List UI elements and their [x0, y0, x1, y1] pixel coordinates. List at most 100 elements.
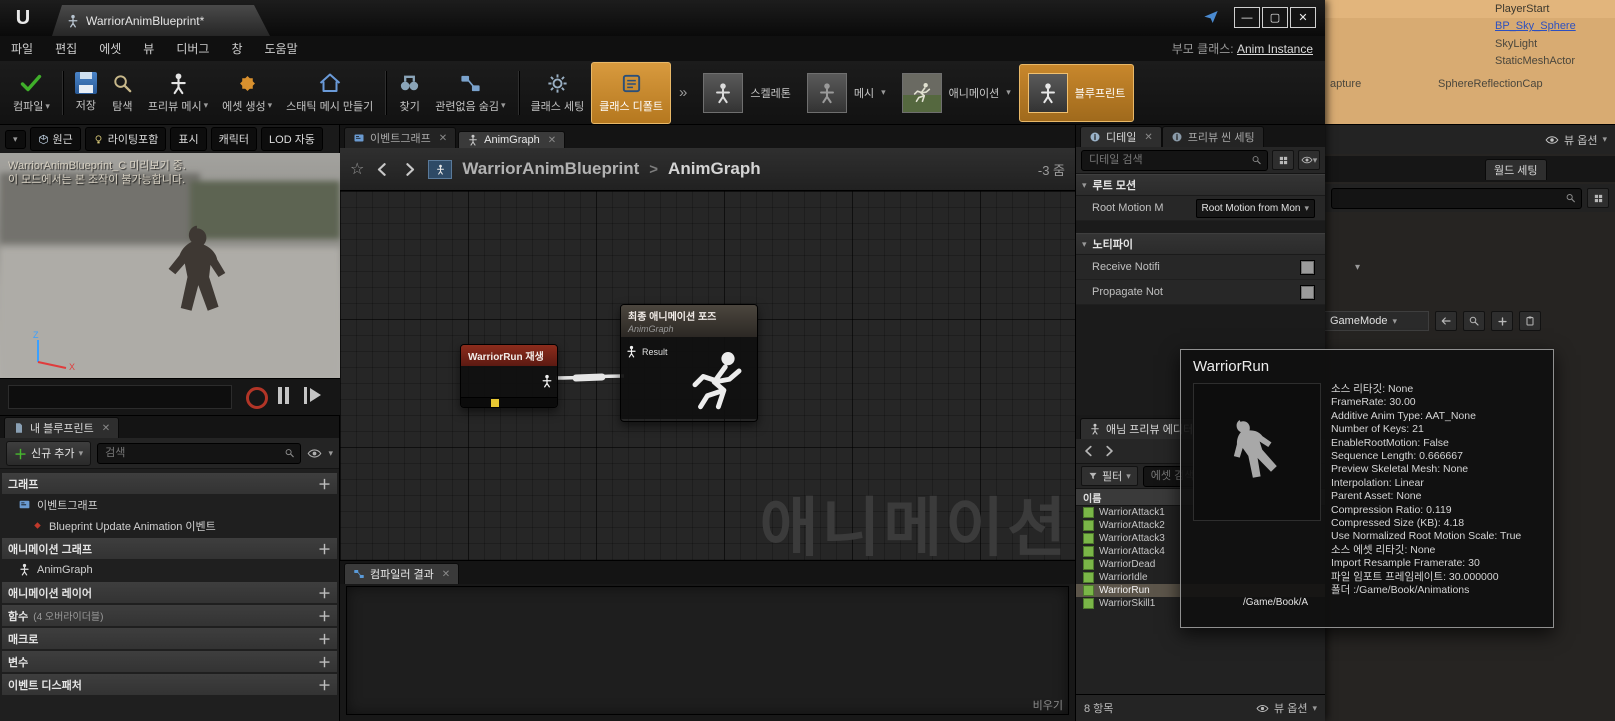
outliner-row-fragment[interactable]: apture	[1330, 78, 1361, 90]
item-animgraph[interactable]: AnimGraph	[0, 559, 339, 580]
close-icon[interactable]: ✕	[1144, 132, 1152, 143]
close-icon[interactable]: ✕	[548, 135, 556, 146]
blueprint-mode-button[interactable]: 블루프린트	[1018, 63, 1135, 122]
back-arrow-icon[interactable]	[1082, 444, 1096, 458]
animgraph-canvas[interactable]: WarriorRun 재생 최종 애니메이션 포즈 AnimGraph Resu…	[340, 191, 1075, 561]
skeleton-mode-button[interactable]: 스켈레톤	[695, 65, 798, 121]
class-defaults-button[interactable]: 클래스 디폴트	[591, 61, 671, 124]
blueprint-search-input[interactable]	[103, 446, 285, 460]
section-macros[interactable]: 매크로 ＋	[2, 628, 337, 649]
item-event-graph[interactable]: 이벤트그래프	[0, 494, 339, 515]
close-icon[interactable]: ✕	[102, 423, 110, 434]
eye-icon[interactable]	[307, 446, 322, 461]
details-search-input[interactable]	[1087, 153, 1252, 167]
feedback-plane-icon[interactable]	[1203, 9, 1219, 25]
section-variables[interactable]: 변수 ＋	[2, 651, 337, 672]
add-dispatcher-button[interactable]: ＋	[318, 675, 331, 694]
tab-animgraph[interactable]: AnimGraph ✕	[458, 131, 566, 148]
tab-preview-scene-settings[interactable]: 프리뷰 씬 세팅	[1161, 126, 1264, 147]
maximize-button[interactable]: ▢	[1262, 7, 1288, 28]
use-selected-button[interactable]	[1435, 311, 1457, 331]
paste-button[interactable]	[1519, 311, 1541, 331]
propagate-notify-checkbox[interactable]	[1300, 284, 1315, 300]
favorite-star-icon[interactable]: ☆	[350, 159, 364, 179]
step-forward-button[interactable]	[304, 387, 324, 405]
clear-log-button[interactable]: 비우기	[1033, 697, 1063, 713]
preview-mesh-button[interactable]: 프리뷰 메시 ▾	[141, 63, 215, 123]
node-play-warriorrun[interactable]: WarriorRun 재생	[460, 344, 558, 408]
section-collapse-arrow[interactable]: ▾	[1355, 262, 1360, 273]
outliner-row[interactable]: StaticMeshActor	[1325, 53, 1615, 71]
grid-view-button[interactable]	[1587, 188, 1609, 208]
node-final-animation-pose[interactable]: 최종 애니메이션 포즈 AnimGraph Result	[620, 304, 758, 422]
breadcrumb-root[interactable]: WarriorAnimBlueprint	[462, 159, 639, 179]
character-button[interactable]: 캐릭터	[210, 127, 258, 151]
menu-asset[interactable]: 에셋	[88, 40, 132, 57]
receive-notify-checkbox[interactable]	[1300, 259, 1315, 275]
class-settings-button[interactable]: 클래스 세팅	[524, 63, 592, 123]
menu-edit[interactable]: 편집	[44, 40, 88, 57]
add-macro-button[interactable]: ＋	[318, 629, 331, 648]
compiler-log[interactable]	[346, 586, 1069, 715]
anim-view-options[interactable]: 뷰 옵션 ▾	[1256, 700, 1317, 716]
menu-debug[interactable]: 디버그	[165, 40, 220, 57]
minimize-button[interactable]: —	[1234, 7, 1260, 28]
details-search[interactable]	[1081, 149, 1268, 171]
outliner-row[interactable]: BP_Sky_Sphere	[1325, 18, 1615, 36]
section-functions[interactable]: 함수 (4 오버라이더블) ＋	[2, 605, 337, 626]
animation-mode-button[interactable]: 애니메이션 ▾	[894, 65, 1019, 121]
tab-my-blueprint[interactable]: 내 블루프린트 ✕	[4, 417, 120, 438]
display-filter-button[interactable]: ▾	[1298, 150, 1320, 170]
section-event-dispatchers[interactable]: 이벤트 디스패처 ＋	[2, 674, 337, 695]
tab-event-graph[interactable]: 이벤트그래프 ✕	[344, 127, 457, 148]
section-animation-layers[interactable]: 애니메이션 레이어 ＋	[2, 582, 337, 603]
browse-asset-button[interactable]	[1463, 311, 1485, 331]
mesh-mode-button[interactable]: 메시 ▾	[799, 65, 894, 121]
section-notify[interactable]: ▾ 노티파이	[1076, 233, 1325, 255]
viewport-3d-scene[interactable]: WarriorAnimBlueprint_C 미리보기 중. 이 모드에서는 본…	[0, 153, 340, 378]
add-new-button[interactable]: ＋ 신규 추가 ▾	[6, 440, 92, 466]
item-bp-update-animation-event[interactable]: Blueprint Update Animation 이벤트	[0, 515, 339, 536]
gamemode-dropdown[interactable]: GameMode ▾	[1311, 311, 1429, 331]
compile-button[interactable]: 컴파일 ▾	[6, 63, 57, 123]
show-button[interactable]: 표시	[170, 127, 207, 151]
lod-auto-button[interactable]: LOD 자동	[261, 127, 323, 151]
parent-class-link[interactable]: Anim Instance	[1237, 42, 1313, 56]
outliner-row[interactable]: SkyLight	[1325, 35, 1615, 53]
section-graphs[interactable]: 그래프 ＋	[2, 473, 337, 494]
browse-button[interactable]: 탐색	[104, 63, 141, 123]
add-anim-layer-button[interactable]: ＋	[318, 583, 331, 602]
filter-button[interactable]: 필터 ▾	[1081, 466, 1138, 486]
breadcrumb-current[interactable]: AnimGraph	[668, 159, 761, 179]
close-icon[interactable]: ✕	[439, 133, 447, 144]
preview-character[interactable]	[158, 223, 244, 331]
back-arrow-icon[interactable]	[374, 161, 391, 178]
add-graph-button[interactable]: ＋	[318, 474, 331, 493]
outliner-row-fragment[interactable]: SphereReflectionCap	[1438, 78, 1543, 90]
search-input[interactable]	[1337, 191, 1565, 205]
world-settings-search-input[interactable]	[1331, 187, 1582, 209]
close-icon[interactable]: ✕	[442, 569, 450, 580]
section-root-motion[interactable]: ▾ 루트 모션	[1076, 174, 1325, 196]
forward-arrow-icon[interactable]	[401, 161, 418, 178]
toolbar-overflow-chevron[interactable]: »	[679, 84, 687, 101]
menu-view[interactable]: 뷰	[132, 40, 165, 57]
add-variable-button[interactable]: ＋	[318, 652, 331, 671]
menu-file[interactable]: 파일	[0, 40, 44, 57]
add-anim-graph-button[interactable]: ＋	[318, 539, 331, 558]
timeline-scrub-field[interactable]	[8, 385, 232, 409]
menu-window[interactable]: 창	[220, 40, 253, 57]
add-button[interactable]	[1491, 311, 1513, 331]
forward-arrow-icon[interactable]	[1102, 444, 1116, 458]
perspective-button[interactable]: 원근	[29, 127, 81, 151]
save-button[interactable]: 저장	[68, 63, 104, 123]
create-asset-button[interactable]: 에셋 생성 ▾	[215, 63, 279, 123]
find-button[interactable]: 찾기	[391, 63, 428, 123]
menu-help[interactable]: 도움말	[254, 40, 309, 57]
hide-unrelated-button[interactable]: 관련없음 숨김 ▾	[428, 63, 512, 123]
chevron-down-icon[interactable]: ▾	[328, 448, 333, 459]
outliner-row[interactable]: PlayerStart	[1325, 0, 1615, 18]
property-matrix-button[interactable]	[1272, 150, 1294, 170]
add-function-button[interactable]: ＋	[318, 606, 331, 625]
section-animation-graphs[interactable]: 애니메이션 그래프 ＋	[2, 538, 337, 559]
